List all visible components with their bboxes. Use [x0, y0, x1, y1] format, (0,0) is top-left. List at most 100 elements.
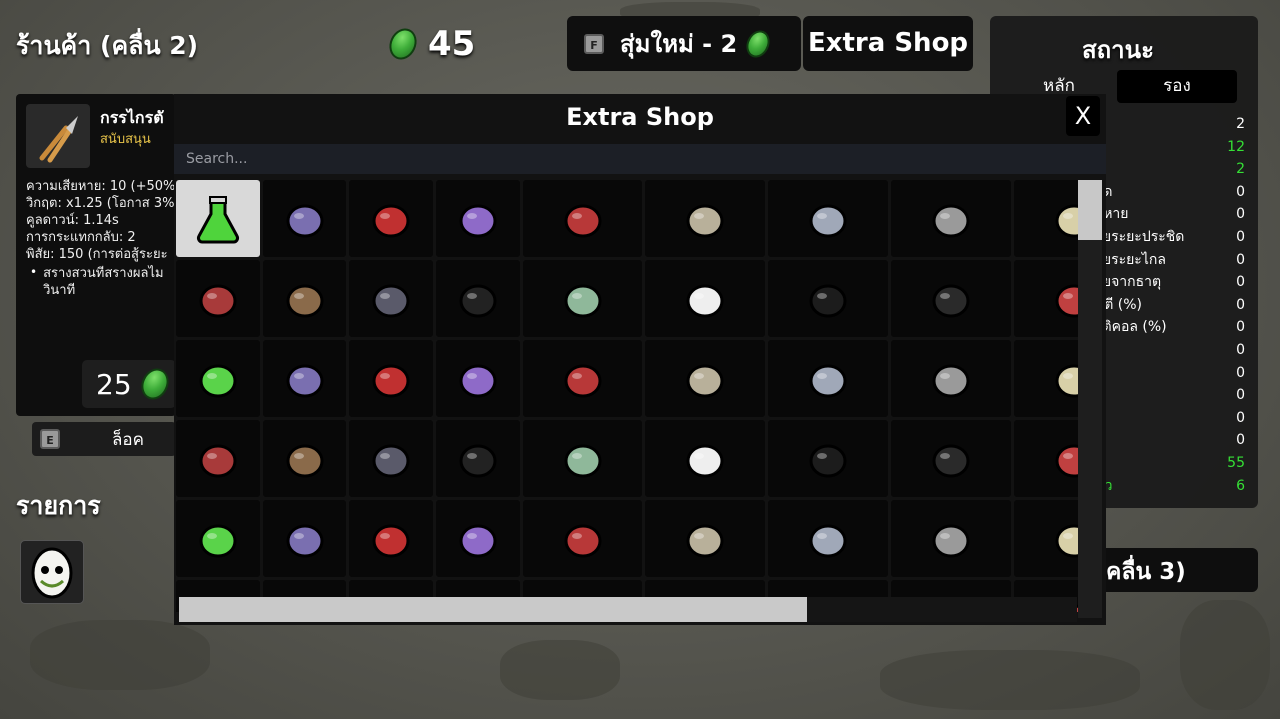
dynamite-icon — [372, 524, 410, 557]
shop-item-slot[interactable] — [768, 260, 888, 337]
stat-value: 0 — [1236, 228, 1245, 245]
blue-ring-icon — [199, 524, 237, 557]
red-eyed-dots-icon — [372, 204, 410, 237]
extra-shop-button[interactable]: Extra Shop — [803, 16, 973, 71]
search-input[interactable]: Search... — [174, 144, 1106, 174]
shop-item-slot[interactable] — [523, 260, 642, 337]
stat-value: 0 — [1236, 251, 1245, 268]
red-cape-icon — [932, 364, 970, 397]
shop-item-slot[interactable] — [1014, 180, 1078, 257]
shop-item-slot[interactable] — [263, 500, 346, 577]
horizontal-scroll-thumb[interactable] — [179, 597, 807, 622]
shop-item-slot[interactable] — [263, 260, 346, 337]
shop-item-slot[interactable] — [176, 260, 260, 337]
shop-item-slot[interactable] — [891, 340, 1011, 417]
stat-row: ขว6 — [1095, 475, 1245, 498]
shop-item-slot[interactable] — [645, 340, 765, 417]
stats-title: สถานะ — [1082, 36, 1154, 64]
spiky-head-icon — [686, 524, 724, 557]
stat-row: อด0 — [1095, 181, 1245, 204]
shop-item-slot[interactable] — [349, 420, 433, 497]
bowler-hat-icon — [199, 364, 237, 397]
shop-item-slot[interactable] — [1014, 420, 1078, 497]
buy-button[interactable]: 25 — [82, 360, 176, 408]
shop-item-slot[interactable] — [263, 340, 346, 417]
shop-item-slot[interactable] — [645, 420, 765, 497]
green-potion-icon — [196, 195, 240, 243]
shop-item-slot[interactable] — [768, 420, 888, 497]
stat-value: 55 — [1227, 454, 1245, 471]
vertical-scrollbar[interactable] — [1078, 180, 1102, 618]
shop-item-slot[interactable] — [768, 500, 888, 577]
stat-row: P2 — [1095, 158, 1245, 181]
shop-item-slot[interactable] — [349, 260, 433, 337]
reroll-label: สุ่มใหม่ - 2 — [620, 30, 738, 58]
stat-row: 0 — [1095, 384, 1245, 407]
stat-label: ายระยะประชิด — [1095, 228, 1185, 245]
vertical-scroll-thumb[interactable] — [1078, 180, 1102, 240]
shop-item-slot[interactable] — [436, 340, 520, 417]
purple-blob-creature-icon — [286, 204, 323, 237]
monkey-icon — [686, 444, 724, 477]
shop-item-slot[interactable] — [1014, 340, 1078, 417]
shop-item-slot[interactable] — [523, 180, 642, 257]
shop-item-slot[interactable] — [1014, 260, 1078, 337]
shop-item-slot[interactable] — [891, 260, 1011, 337]
reroll-key-hint: F — [584, 33, 604, 54]
shop-item-slot[interactable] — [523, 420, 642, 497]
tab-primary-label: หลัก — [1043, 76, 1075, 96]
screaming-mouth-icon — [372, 364, 410, 397]
shop-item-slot[interactable] — [263, 180, 346, 257]
bone-arm-icon — [686, 284, 724, 317]
shop-item-slot[interactable] — [349, 500, 433, 577]
stat-value: 0 — [1236, 183, 1245, 200]
price-gem-icon — [136, 364, 174, 404]
shop-item-slot[interactable] — [891, 420, 1011, 497]
shop-item-slot[interactable] — [436, 180, 520, 257]
owned-item-slot[interactable] — [20, 540, 84, 604]
red-cloth-banner-icon — [199, 284, 237, 317]
shop-item-slot[interactable] — [891, 180, 1011, 257]
seed-bag-icon — [459, 524, 497, 557]
shop-item-slot[interactable] — [349, 180, 433, 257]
shop-item-slot[interactable] — [768, 180, 888, 257]
bullet-icon: • — [30, 265, 38, 279]
spider-robot-icon — [286, 524, 323, 557]
shop-item-slot[interactable] — [768, 340, 888, 417]
reroll-button[interactable]: F สุ่มใหม่ - 2 — [567, 16, 801, 71]
tab-secondary-stats[interactable]: รอง — [1117, 70, 1237, 103]
extra-shop-modal: Extra Shop X Search... — [174, 94, 1106, 625]
shop-item-slot[interactable] — [349, 340, 433, 417]
stat-value: 12 — [1227, 138, 1245, 155]
shop-item-slot[interactable] — [523, 340, 642, 417]
shop-item-slot[interactable] — [436, 260, 520, 337]
shop-item-slot[interactable] — [176, 500, 260, 577]
stat-value: 2 — [1236, 116, 1245, 132]
shop-item-slot[interactable] — [891, 500, 1011, 577]
wooden-logs-icon — [286, 284, 323, 317]
steel-plate-icon — [809, 204, 847, 237]
shop-item-slot[interactable] — [645, 180, 765, 257]
horizontal-scrollbar[interactable] — [179, 597, 1077, 622]
shop-item-slot[interactable] — [176, 340, 260, 417]
item-stats: ความเสียหาย: 10 (+50% วิกฤต: x1.25 (โอกา… — [26, 178, 174, 299]
close-button[interactable]: X — [1066, 96, 1100, 136]
metal-helmet-icon — [809, 444, 847, 477]
shop-item-slot[interactable] — [436, 500, 520, 577]
shop-item-slot[interactable] — [645, 260, 765, 337]
shop-item-slot[interactable] — [176, 180, 260, 257]
shop-item-slot[interactable] — [176, 420, 260, 497]
shop-item-slot[interactable] — [1014, 500, 1078, 577]
lock-button[interactable]: E ล็อค — [32, 422, 176, 456]
shop-item-slot[interactable] — [263, 420, 346, 497]
shop-item-slot[interactable] — [645, 500, 765, 577]
shop-item-slot[interactable] — [523, 500, 642, 577]
zombie-face-icon — [564, 284, 601, 317]
shop-item-slot[interactable] — [436, 420, 520, 497]
stat-row: ริติคอล (%) 0 — [1095, 316, 1245, 339]
stat-row: ายจากธาตุ 0 — [1095, 271, 1245, 294]
materials-counter: 45 — [384, 24, 475, 64]
compass-eye-icon — [372, 444, 410, 477]
item-stat-crit: วิกฤต: x1.25 (โอกาส 3% — [26, 196, 174, 211]
stat-row: 0 — [1095, 339, 1245, 362]
